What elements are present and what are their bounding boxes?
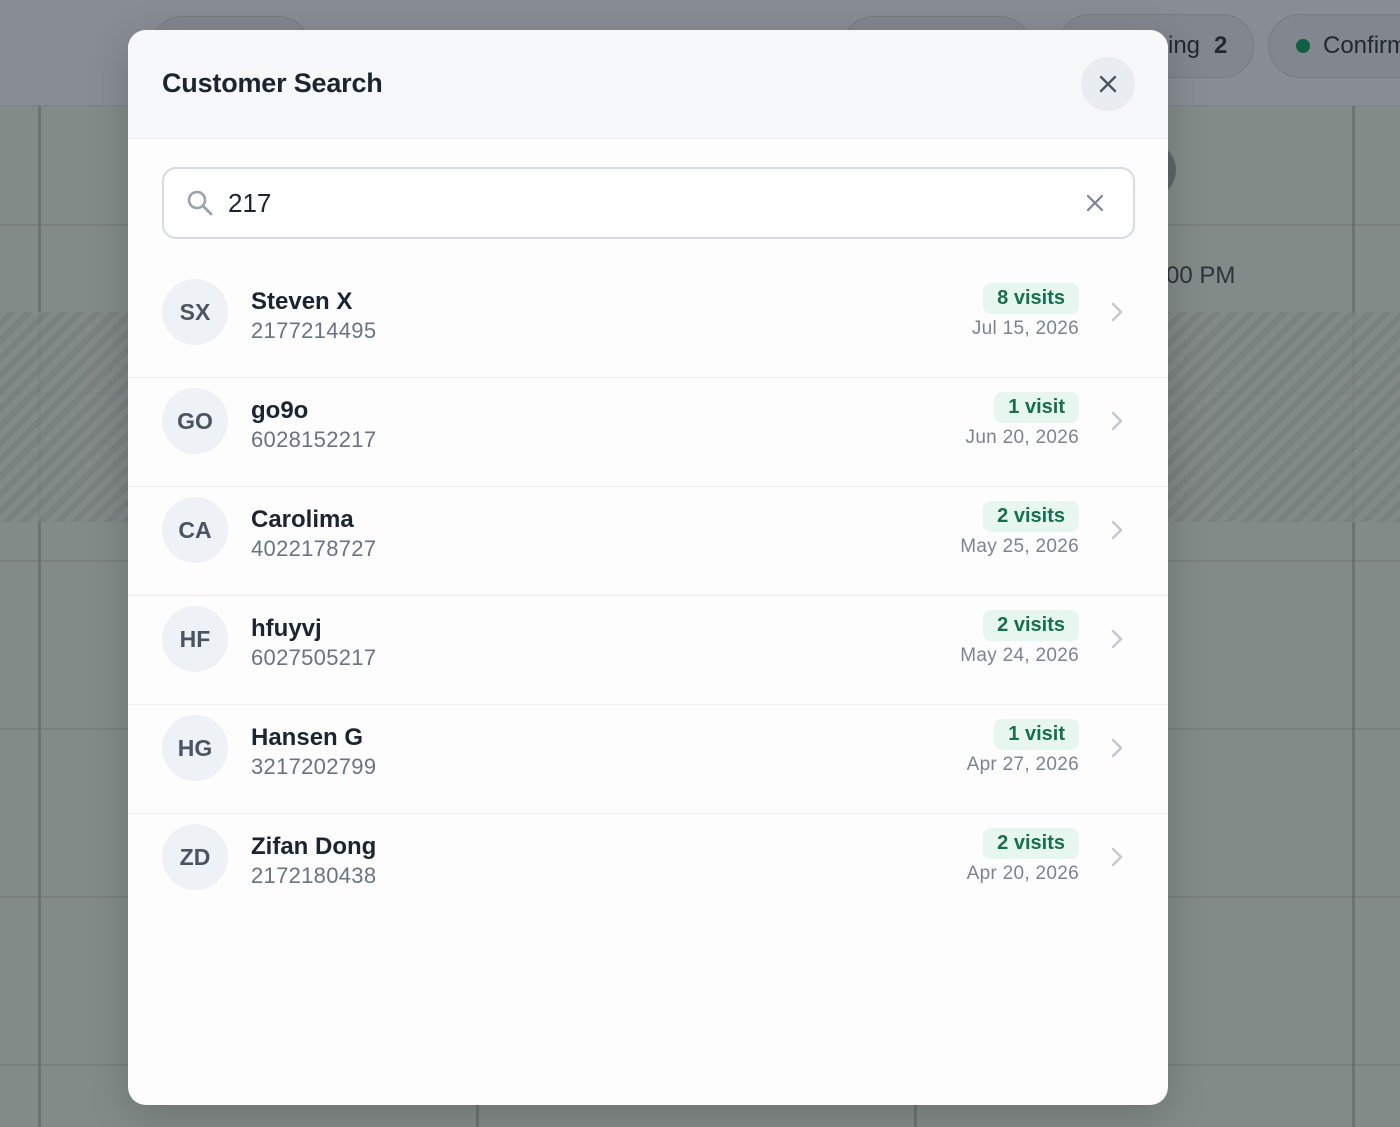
customer-result-row[interactable]: CA Carolima 4022178727 2 visits May 25, … [128,487,1168,596]
customer-avatar: SX [162,279,228,345]
status-pill-pending-label: ing 2 [1168,32,1228,59]
customer-name: Steven X [251,288,353,315]
search-input[interactable] [228,183,1058,223]
customer-name: Zifan Dong [251,833,377,860]
modal-title: Customer Search [162,68,383,98]
customer-name: Carolima [251,506,354,533]
customer-search-modal: Customer Search SX Steven X 2177214495 [128,30,1168,1105]
customer-result-row[interactable]: GO go9o 6028152217 1 visit Jun 20, 2026 [128,378,1168,487]
customer-result-row[interactable]: HF hfuyvj 6027505217 2 visits May 24, 20… [128,596,1168,705]
search-icon [186,189,214,222]
visits-badge: 1 visit [994,719,1079,750]
close-button[interactable] [1081,57,1135,111]
customer-avatar: HG [162,715,228,781]
modal-header: Customer Search [128,30,1168,139]
visits-badge: 8 visits [983,283,1079,314]
customer-phone: 2177214495 [251,318,377,343]
chevron-right-icon [1109,846,1125,873]
customer-result-row[interactable]: ZD Zifan Dong 2172180438 2 visits Apr 20… [128,814,1168,923]
customer-name: hfuyvj [251,615,322,642]
close-icon [1099,75,1117,93]
chevron-right-icon [1109,737,1125,764]
last-visit-date: May 24, 2026 [960,645,1079,666]
customer-result-row[interactable]: HG Hansen G 3217202799 1 visit Apr 27, 2… [128,705,1168,814]
visits-badge: 2 visits [983,610,1079,641]
customer-phone: 6027505217 [251,645,377,670]
last-visit-date: Apr 27, 2026 [966,754,1079,775]
customer-phone: 4022178727 [251,536,377,561]
customer-phone: 2172180438 [251,863,377,888]
customer-name: go9o [251,397,309,424]
background-time-label: 00 PM [1166,262,1236,289]
last-visit-date: May 25, 2026 [960,536,1079,557]
last-visit-date: Jul 15, 2026 [971,318,1079,339]
customer-avatar: HF [162,606,228,672]
chevron-right-icon [1109,628,1125,655]
search-results-list: SX Steven X 2177214495 8 visits Jul 15, … [128,269,1168,923]
customer-avatar: CA [162,497,228,563]
status-pill-confirmed-label: Confirm [1323,32,1400,59]
customer-phone: 6028152217 [251,427,377,452]
visits-badge: 1 visit [994,392,1079,423]
customer-phone: 3217202799 [251,754,377,779]
search-field[interactable] [162,167,1135,239]
chevron-right-icon [1109,301,1125,328]
visits-badge: 2 visits [983,828,1079,859]
visits-badge: 2 visits [983,501,1079,532]
clear-icon [1086,194,1104,212]
customer-name: Hansen G [251,724,364,751]
last-visit-date: Apr 20, 2026 [966,863,1079,884]
customer-result-row[interactable]: SX Steven X 2177214495 8 visits Jul 15, … [128,269,1168,378]
status-dot-icon [1296,39,1310,53]
last-visit-date: Jun 20, 2026 [965,427,1079,448]
chevron-right-icon [1109,519,1125,546]
customer-avatar: GO [162,388,228,454]
customer-avatar: ZD [162,824,228,890]
chevron-right-icon [1109,410,1125,437]
clear-search-button[interactable] [1082,190,1108,221]
